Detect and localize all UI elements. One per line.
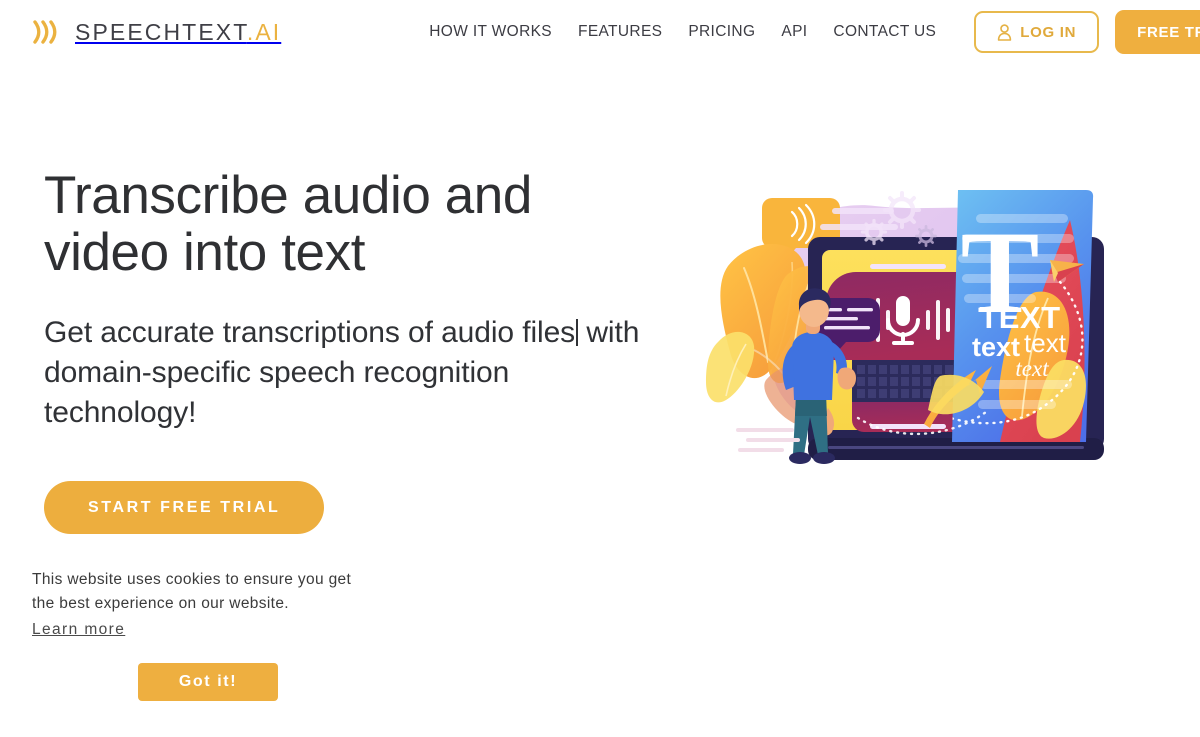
nav-how-it-works[interactable]: HOW IT WORKS	[416, 17, 565, 47]
text-label-text-italic: text	[1015, 356, 1049, 381]
speech-to-text-illustration: T TEXT text text text	[700, 180, 1180, 480]
start-free-trial-button[interactable]: START FREE TRIAL	[44, 481, 325, 534]
log-in-button[interactable]: LOG IN	[974, 11, 1100, 53]
site-header: SPEECHTEXT.AI HOW IT WORKS FEATURES PRIC…	[0, 0, 1200, 64]
nav-features[interactable]: FEATURES	[565, 17, 675, 47]
free-trial-button[interactable]: FREE TRIAL	[1115, 10, 1200, 54]
cookie-consent-banner: This website uses cookies to ensure you …	[0, 560, 420, 701]
main-navigation: HOW IT WORKS FEATURES PRICING API CONTAC…	[416, 17, 949, 47]
log-in-label: LOG IN	[1020, 23, 1077, 41]
hero-copy: Transcribe audio and video into text Get…	[44, 167, 664, 534]
start-free-trial-label: START FREE TRIAL	[88, 498, 281, 516]
user-account-icon	[998, 23, 1012, 41]
nav-api[interactable]: API	[768, 17, 820, 47]
hero-subtitle-typed: Get accurate transcriptions of audio fil…	[44, 316, 576, 349]
cookie-accept-button[interactable]: Got it!	[138, 663, 278, 701]
brand-logo[interactable]: SPEECHTEXT.AI	[28, 15, 281, 49]
hero-subtitle: Get accurate transcriptions of audio fil…	[44, 313, 664, 433]
brand-name-main: SPEECHTEXT	[75, 18, 247, 45]
typing-caret-icon	[576, 319, 579, 346]
header-actions: LOG IN FREE TRIAL	[974, 10, 1200, 54]
text-label-text-bold: text	[972, 332, 1020, 362]
cookie-accept-label: Got it!	[178, 673, 238, 690]
cookie-learn-more-link[interactable]: Learn more	[32, 621, 125, 639]
sound-wave-icon	[33, 20, 57, 44]
cookie-consent-message: This website uses cookies to ensure you …	[32, 571, 352, 612]
text-label-text-regular: text	[1024, 328, 1067, 358]
brand-name-suffix: .AI	[246, 18, 282, 45]
page-title: Transcribe audio and video into text	[44, 166, 532, 282]
free-trial-label: FREE TRIAL	[1137, 23, 1200, 41]
nav-contact-us[interactable]: CONTACT US	[820, 17, 949, 47]
brand-wordmark: SPEECHTEXT.AI	[75, 19, 281, 46]
decorative-lines-bottom	[736, 428, 800, 452]
nav-pricing[interactable]: PRICING	[675, 17, 768, 47]
